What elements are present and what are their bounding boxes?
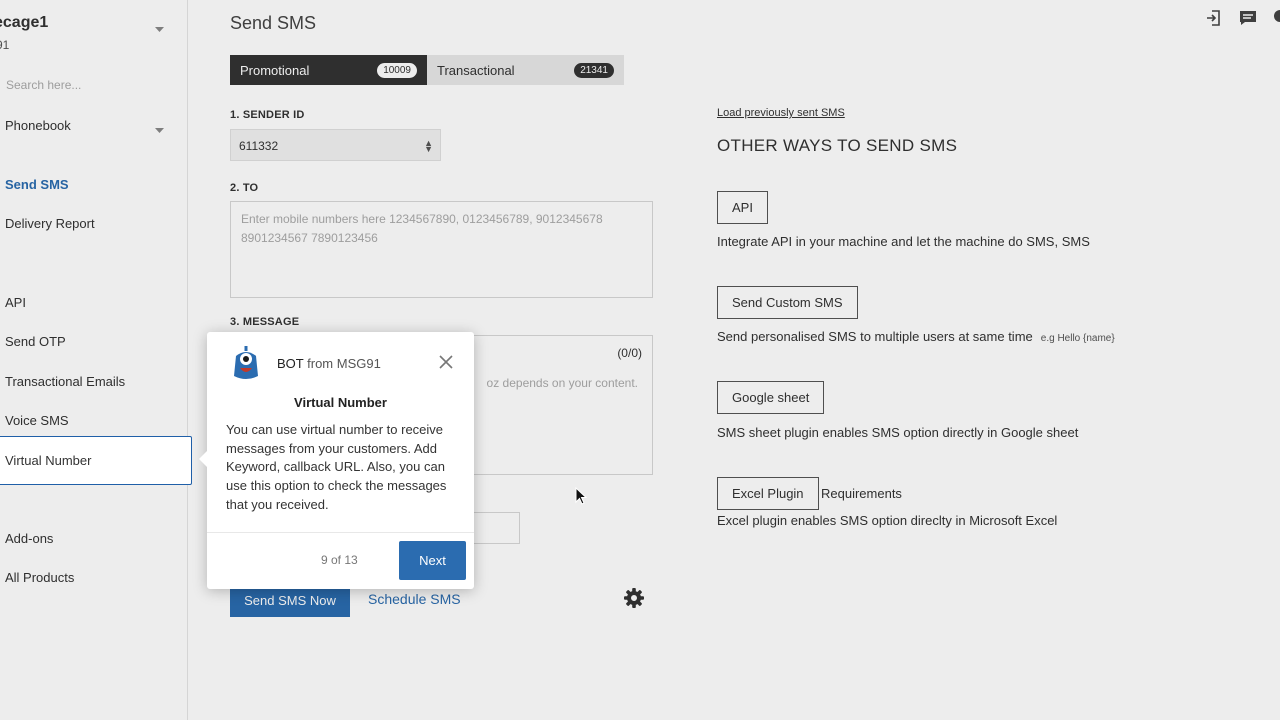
top-toolbar — [1204, 8, 1280, 28]
sidebar-item-api[interactable]: API — [5, 295, 26, 310]
sidebar-item-all-products[interactable]: All Products — [5, 570, 74, 585]
sms-type-tabs: Promotional 10009 Transactional 21341 — [230, 55, 624, 85]
sender-id-label: 1. SENDER ID — [230, 109, 305, 121]
sidebar-item-delivery-report[interactable]: Delivery Report — [5, 216, 95, 231]
tour-step-counter: 9 of 13 — [321, 553, 358, 567]
count-badge: 10009 — [377, 62, 417, 78]
popup-title: Virtual Number — [294, 395, 387, 410]
message-char-count: (0/0) — [617, 346, 642, 360]
excel-plugin-description: Excel plugin enables SMS option direclty… — [717, 513, 1058, 528]
google-sheet-button[interactable]: Google sheet — [717, 381, 825, 414]
message-hint: oz depends on your content. — [486, 376, 638, 390]
sidebar-item-send-otp[interactable]: Send OTP — [5, 334, 66, 349]
tab-label: Transactional — [437, 62, 515, 78]
schedule-sms-link[interactable]: Schedule SMS — [368, 591, 461, 607]
popup-sender: BOT from MSG91 — [277, 356, 381, 371]
other-ways-title: OTHER WAYS TO SEND SMS — [717, 136, 958, 155]
tab-label: Promotional — [240, 62, 310, 78]
sidebar-search-input[interactable]: Search here... — [6, 78, 81, 92]
tab-promotional[interactable]: Promotional 10009 — [230, 55, 427, 85]
api-description: Integrate API in your machine and let th… — [717, 234, 1090, 249]
help-icon[interactable] — [1272, 8, 1280, 28]
custom-sms-desc-text: Send personalised SMS to multiple users … — [717, 329, 1033, 344]
count-badge: 21341 — [574, 62, 614, 78]
send-custom-sms-button[interactable]: Send Custom SMS — [717, 286, 858, 319]
google-sheet-description: SMS sheet plugin enables SMS option dire… — [717, 425, 1079, 440]
logout-icon[interactable] — [1204, 8, 1224, 28]
api-button[interactable]: API — [717, 191, 768, 224]
chevron-down-icon[interactable] — [155, 121, 164, 139]
to-numbers-input[interactable]: Enter mobile numbers here 1234567890, 01… — [230, 201, 653, 298]
excel-plugin-button[interactable]: Excel Plugin — [717, 477, 819, 510]
sender-id-select[interactable]: 611332 ▲ ▼ — [230, 129, 441, 161]
bot-name: BOT — [277, 356, 304, 371]
tab-transactional[interactable]: Transactional 21341 — [427, 55, 624, 85]
tour-popup: BOT from MSG91 Virtual Number You can us… — [199, 332, 474, 589]
sidebar-item-voice-sms[interactable]: Voice SMS — [5, 413, 69, 428]
load-previous-sms-link[interactable]: Load previously sent SMS — [717, 107, 845, 119]
popup-pointer — [199, 450, 208, 468]
mouse-cursor-icon — [575, 486, 588, 510]
chevron-down-icon[interactable] — [155, 20, 164, 38]
sidebar: ecage1 91 Search here... Phonebook Send … — [0, 0, 188, 720]
brand-subtitle: 91 — [0, 38, 10, 52]
message-icon[interactable] — [1238, 8, 1258, 28]
page-title: Send SMS — [230, 13, 317, 33]
sidebar-item-label: Virtual Number — [5, 453, 92, 468]
requirements-link[interactable]: Requirements — [821, 486, 902, 501]
bot-from: from MSG91 — [307, 356, 381, 371]
message-label: 3. MESSAGE — [230, 316, 300, 328]
sidebar-item-phonebook[interactable]: Phonebook — [5, 118, 71, 133]
divider — [207, 532, 474, 533]
sidebar-item-virtual-number[interactable]: Virtual Number — [0, 436, 192, 485]
sidebar-item-transactional-emails[interactable]: Transactional Emails — [5, 374, 125, 389]
sidebar-item-add-ons[interactable]: Add-ons — [5, 531, 53, 546]
sender-id-value: 611332 — [239, 139, 279, 153]
gear-icon[interactable] — [623, 587, 645, 614]
sidebar-item-send-sms[interactable]: Send SMS — [5, 177, 69, 192]
popup-body: You can use virtual number to receive me… — [226, 422, 447, 512]
select-arrows-icon: ▲ ▼ — [424, 138, 433, 154]
custom-sms-example: e.g Hello {name} — [1040, 333, 1115, 344]
to-label: 2. TO — [230, 182, 259, 194]
close-icon[interactable] — [438, 354, 454, 370]
bot-avatar-icon — [232, 346, 260, 385]
brand-name: ecage1 — [0, 14, 49, 31]
custom-sms-description: Send personalised SMS to multiple users … — [717, 329, 1115, 344]
next-button[interactable]: Next — [399, 541, 466, 580]
